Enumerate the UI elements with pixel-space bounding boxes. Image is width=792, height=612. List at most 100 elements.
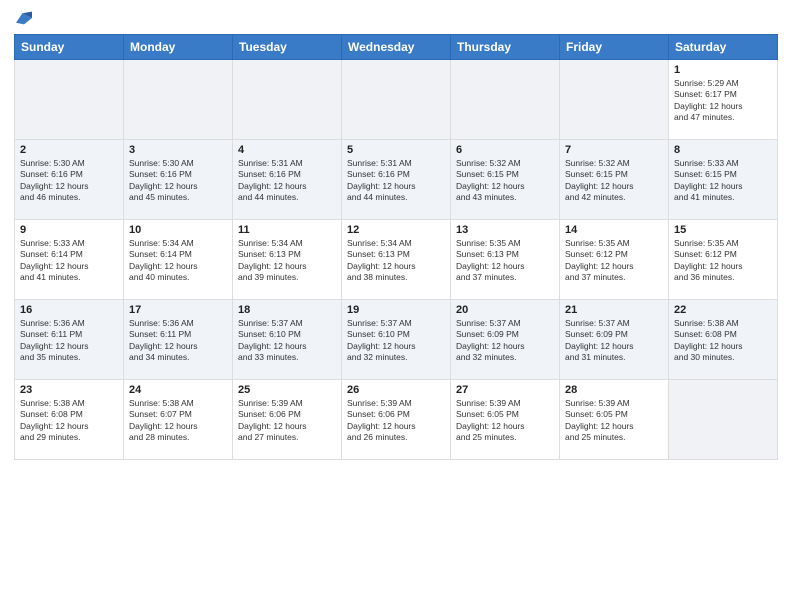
calendar-week-row: 9 Sunrise: 5:33 AM Sunset: 6:14 PM Daylig…	[15, 220, 778, 300]
day-number: 2	[20, 144, 118, 156]
calendar-week-row: 16 Sunrise: 5:36 AM Sunset: 6:11 PM Dayli…	[15, 300, 778, 380]
day-number: 7	[565, 144, 663, 156]
calendar-day-header: Friday	[560, 35, 669, 60]
calendar-cell: 19 Sunrise: 5:37 AM Sunset: 6:10 PM Dayli…	[342, 300, 451, 380]
day-number: 16	[20, 304, 118, 316]
calendar-cell: 1Sunrise: 5:29 AM Sunset: 6:17 PM Daylig…	[669, 60, 778, 140]
day-info: Sunrise: 5:31 AM Sunset: 6:16 PM Dayligh…	[347, 158, 445, 204]
day-info: Sunrise: 5:39 AM Sunset: 6:06 PM Dayligh…	[238, 398, 336, 444]
day-number: 25	[238, 384, 336, 396]
calendar-cell: 17 Sunrise: 5:36 AM Sunset: 6:11 PM Dayli…	[124, 300, 233, 380]
calendar-day-header: Saturday	[669, 35, 778, 60]
day-info: Sunrise: 5:38 AM Sunset: 6:08 PM Dayligh…	[20, 398, 118, 444]
day-number: 6	[456, 144, 554, 156]
day-info: Sunrise: 5:30 AM Sunset: 6:16 PM Dayligh…	[129, 158, 227, 204]
calendar-cell: 11 Sunrise: 5:34 AM Sunset: 6:13 PM Dayli…	[233, 220, 342, 300]
calendar-cell: 14 Sunrise: 5:35 AM Sunset: 6:12 PM Dayli…	[560, 220, 669, 300]
day-info: Sunrise: 5:37 AM Sunset: 6:10 PM Dayligh…	[347, 318, 445, 364]
calendar-cell	[233, 60, 342, 140]
calendar-week-row: 23 Sunrise: 5:38 AM Sunset: 6:08 PM Dayli…	[15, 380, 778, 460]
calendar-cell: 10 Sunrise: 5:34 AM Sunset: 6:14 PM Dayli…	[124, 220, 233, 300]
day-number: 10	[129, 224, 227, 236]
day-info: Sunrise: 5:34 AM Sunset: 6:14 PM Dayligh…	[129, 238, 227, 284]
day-info: Sunrise: 5:39 AM Sunset: 6:05 PM Dayligh…	[565, 398, 663, 444]
day-number: 21	[565, 304, 663, 316]
calendar-cell: 24 Sunrise: 5:38 AM Sunset: 6:07 PM Dayli…	[124, 380, 233, 460]
calendar-day-header: Tuesday	[233, 35, 342, 60]
day-info: Sunrise: 5:34 AM Sunset: 6:13 PM Dayligh…	[238, 238, 336, 284]
calendar-cell: 16 Sunrise: 5:36 AM Sunset: 6:11 PM Dayli…	[15, 300, 124, 380]
day-number: 8	[674, 144, 772, 156]
calendar-cell: 8Sunrise: 5:33 AM Sunset: 6:15 PM Daylig…	[669, 140, 778, 220]
day-number: 1	[674, 64, 772, 76]
day-info: Sunrise: 5:31 AM Sunset: 6:16 PM Dayligh…	[238, 158, 336, 204]
day-info: Sunrise: 5:37 AM Sunset: 6:10 PM Dayligh…	[238, 318, 336, 364]
header	[14, 10, 778, 26]
day-info: Sunrise: 5:39 AM Sunset: 6:05 PM Dayligh…	[456, 398, 554, 444]
day-info: Sunrise: 5:30 AM Sunset: 6:16 PM Dayligh…	[20, 158, 118, 204]
calendar-cell: 22 Sunrise: 5:38 AM Sunset: 6:08 PM Dayli…	[669, 300, 778, 380]
calendar-table: SundayMondayTuesdayWednesdayThursdayFrid…	[14, 34, 778, 460]
calendar-cell: 5 Sunrise: 5:31 AM Sunset: 6:16 PM Daylig…	[342, 140, 451, 220]
day-number: 27	[456, 384, 554, 396]
calendar-cell: 25 Sunrise: 5:39 AM Sunset: 6:06 PM Dayli…	[233, 380, 342, 460]
day-number: 5	[347, 144, 445, 156]
calendar-cell	[124, 60, 233, 140]
day-number: 13	[456, 224, 554, 236]
day-number: 14	[565, 224, 663, 236]
day-info: Sunrise: 5:38 AM Sunset: 6:07 PM Dayligh…	[129, 398, 227, 444]
calendar-header-row: SundayMondayTuesdayWednesdayThursdayFrid…	[15, 35, 778, 60]
day-info: Sunrise: 5:37 AM Sunset: 6:09 PM Dayligh…	[565, 318, 663, 364]
calendar-day-header: Sunday	[15, 35, 124, 60]
calendar-cell: 15 Sunrise: 5:35 AM Sunset: 6:12 PM Dayli…	[669, 220, 778, 300]
day-info: Sunrise: 5:39 AM Sunset: 6:06 PM Dayligh…	[347, 398, 445, 444]
calendar-day-header: Thursday	[451, 35, 560, 60]
calendar-cell: 2 Sunrise: 5:30 AM Sunset: 6:16 PM Daylig…	[15, 140, 124, 220]
day-number: 17	[129, 304, 227, 316]
day-number: 4	[238, 144, 336, 156]
calendar-cell: 3 Sunrise: 5:30 AM Sunset: 6:16 PM Daylig…	[124, 140, 233, 220]
day-number: 9	[20, 224, 118, 236]
day-info: Sunrise: 5:38 AM Sunset: 6:08 PM Dayligh…	[674, 318, 772, 364]
day-number: 23	[20, 384, 118, 396]
day-info: Sunrise: 5:34 AM Sunset: 6:13 PM Dayligh…	[347, 238, 445, 284]
calendar-cell: 13 Sunrise: 5:35 AM Sunset: 6:13 PM Dayli…	[451, 220, 560, 300]
calendar-cell: 12Sunrise: 5:34 AM Sunset: 6:13 PM Dayli…	[342, 220, 451, 300]
day-number: 26	[347, 384, 445, 396]
calendar-cell	[669, 380, 778, 460]
day-number: 28	[565, 384, 663, 396]
calendar-cell: 26 Sunrise: 5:39 AM Sunset: 6:06 PM Dayli…	[342, 380, 451, 460]
day-info: Sunrise: 5:35 AM Sunset: 6:12 PM Dayligh…	[674, 238, 772, 284]
day-info: Sunrise: 5:36 AM Sunset: 6:11 PM Dayligh…	[20, 318, 118, 364]
day-info: Sunrise: 5:32 AM Sunset: 6:15 PM Dayligh…	[565, 158, 663, 204]
calendar-week-row: 2 Sunrise: 5:30 AM Sunset: 6:16 PM Daylig…	[15, 140, 778, 220]
day-number: 19	[347, 304, 445, 316]
day-info: Sunrise: 5:35 AM Sunset: 6:12 PM Dayligh…	[565, 238, 663, 284]
calendar-cell	[560, 60, 669, 140]
calendar-week-row: 1Sunrise: 5:29 AM Sunset: 6:17 PM Daylig…	[15, 60, 778, 140]
calendar-cell: 20 Sunrise: 5:37 AM Sunset: 6:09 PM Dayli…	[451, 300, 560, 380]
calendar-day-header: Wednesday	[342, 35, 451, 60]
calendar-cell: 7 Sunrise: 5:32 AM Sunset: 6:15 PM Daylig…	[560, 140, 669, 220]
calendar-cell: 9 Sunrise: 5:33 AM Sunset: 6:14 PM Daylig…	[15, 220, 124, 300]
page: SundayMondayTuesdayWednesdayThursdayFrid…	[0, 0, 792, 612]
day-number: 22	[674, 304, 772, 316]
calendar-cell: 28 Sunrise: 5:39 AM Sunset: 6:05 PM Dayli…	[560, 380, 669, 460]
day-info: Sunrise: 5:33 AM Sunset: 6:14 PM Dayligh…	[20, 238, 118, 284]
day-info: Sunrise: 5:35 AM Sunset: 6:13 PM Dayligh…	[456, 238, 554, 284]
day-info: Sunrise: 5:36 AM Sunset: 6:11 PM Dayligh…	[129, 318, 227, 364]
day-number: 11	[238, 224, 336, 236]
calendar-cell	[451, 60, 560, 140]
day-number: 3	[129, 144, 227, 156]
calendar-cell	[342, 60, 451, 140]
day-number: 15	[674, 224, 772, 236]
day-number: 20	[456, 304, 554, 316]
logo	[14, 10, 32, 26]
calendar-day-header: Monday	[124, 35, 233, 60]
calendar-cell: 23 Sunrise: 5:38 AM Sunset: 6:08 PM Dayli…	[15, 380, 124, 460]
calendar-cell: 6Sunrise: 5:32 AM Sunset: 6:15 PM Daylig…	[451, 140, 560, 220]
calendar-cell	[15, 60, 124, 140]
logo-icon	[16, 10, 32, 26]
day-number: 24	[129, 384, 227, 396]
day-info: Sunrise: 5:37 AM Sunset: 6:09 PM Dayligh…	[456, 318, 554, 364]
